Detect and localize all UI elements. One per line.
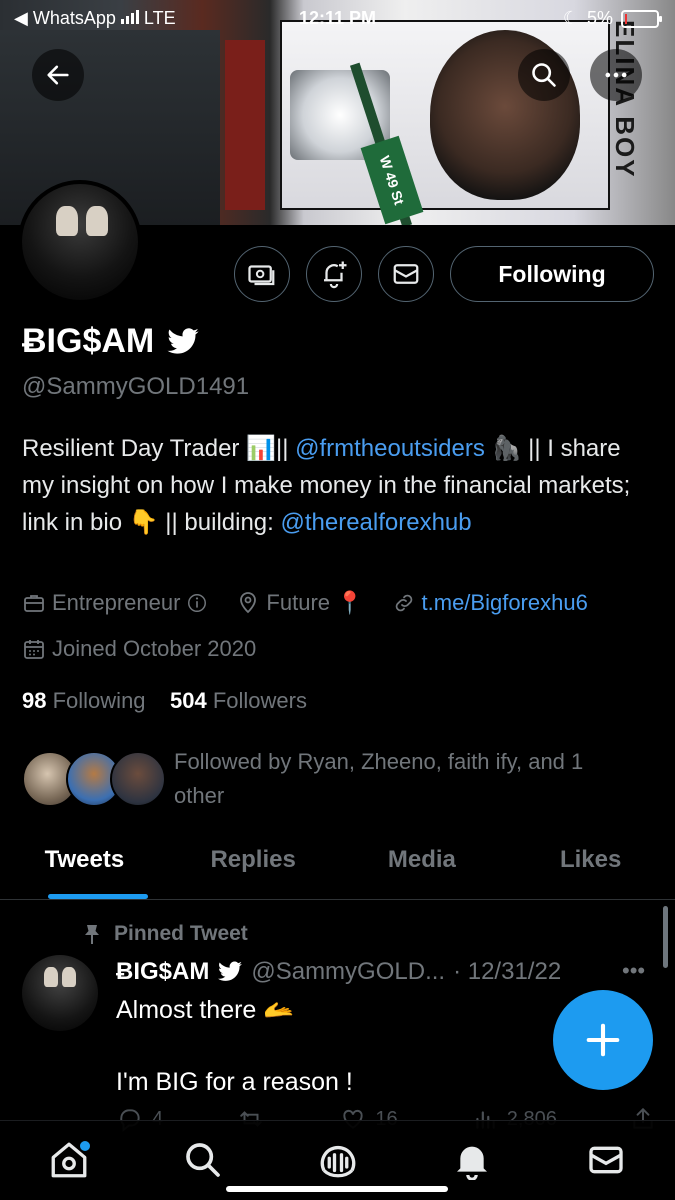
profile-tabs: Tweets Replies Media Likes [0,836,675,900]
display-name: ɃIG$AM [22,322,155,360]
tweet-author-avatar[interactable] [22,955,98,1031]
profile-joined: Joined October 2020 [22,636,256,662]
tweet-date: · 12/31/22 [453,958,562,985]
tweet-author-name[interactable]: ɃIG$AM [116,958,209,986]
followed-by-section[interactable]: Followed by Ryan, Zheeno, faith ify, and… [22,745,662,815]
pin-icon [85,925,99,944]
following-count-link[interactable]: 98 Following [22,688,146,713]
search-icon [186,1143,221,1177]
profile-joined-row: Joined October 2020 [22,636,284,662]
more-icon [605,72,627,78]
bell-icon [456,1146,487,1180]
spaces-icon [320,1145,355,1178]
money-icon [248,265,275,286]
tab-media[interactable]: Media [338,836,507,899]
plus-icon [586,1023,620,1057]
bio-mention-therealforexhub[interactable]: @therealforexhub [280,509,471,536]
bio-mention-frmtheoutsiders[interactable]: @frmtheoutsiders [295,435,485,462]
profile-handle: @SammyGOLD1491 [22,373,250,400]
more-options-button[interactable] [590,49,642,101]
tweet-author-handle: @SammyGOLD... [251,958,446,985]
mail-icon [393,264,419,284]
notification-add-icon [324,261,347,289]
tip-button[interactable] [234,246,290,302]
mail-icon [589,1146,623,1174]
nav-notifications[interactable] [447,1135,497,1185]
followers-count-link[interactable]: 504 Followers [170,688,307,713]
profile-name-row: ɃIG$AM [22,322,200,361]
website-link[interactable]: t.me/Bigforexhu6 [422,590,588,616]
message-button[interactable] [378,246,434,302]
follower-avatar [110,751,166,807]
nav-spaces[interactable] [313,1135,363,1185]
banner-pharmacy-sign [225,40,265,210]
tweet-text: Almost there 🫴 I'm BIG for a reason ! [116,996,353,1096]
moon-icon: ☾ [562,8,579,28]
calendar-icon [24,640,44,659]
tab-likes[interactable]: Likes [506,836,675,899]
profile-category: Entrepreneur [22,590,208,616]
battery-icon [621,9,662,28]
profile-bio: Resilient Day Trader 📊|| @frmtheoutsider… [22,435,631,536]
tab-tweets[interactable]: Tweets [0,836,169,899]
status-bar: ◀ WhatsApp LTE 12:11 PM ☾ 5% [0,0,675,36]
profile-avatar[interactable] [18,180,142,304]
status-right: ☾ 5% [562,8,662,29]
briefcase-icon [24,595,44,612]
profile-website[interactable]: t.me/Bigforexhu6 [392,590,588,616]
search-button[interactable] [518,49,570,101]
following-button[interactable]: Following [450,246,654,302]
search-icon [532,63,556,87]
pinned-label: Pinned Tweet [82,922,248,946]
home-indicator [226,1186,448,1192]
nav-messages[interactable] [581,1135,631,1185]
scrollbar[interactable] [663,906,668,968]
back-button[interactable] [32,49,84,101]
location-icon [240,592,257,614]
active-tab-indicator [48,894,148,899]
link-icon [395,594,412,612]
back-arrow-icon [47,65,69,85]
followed-by-text: Followed by Ryan, Zheeno, faith ify, and… [174,749,584,808]
tweet-header: ɃIG$AM @SammyGOLD... · 12/31/22 [116,958,561,986]
home-notification-dot [80,1141,90,1151]
follow-counts: 98 Following 504 Followers [22,688,307,714]
battery-percent: 5% [586,8,613,28]
tweet-more-button[interactable]: ••• [622,958,645,984]
profile-location: Future 📍 [236,590,364,616]
notifications-toggle-button[interactable] [306,246,362,302]
compose-tweet-button[interactable] [553,990,653,1090]
verified-bird-icon [167,327,199,354]
verified-bird-icon [218,961,243,981]
info-icon[interactable] [186,592,208,614]
profile-meta-row: Entrepreneur Future 📍 t.me/Bigforexhu6 [22,590,616,616]
tab-replies[interactable]: Replies [169,836,338,899]
nav-home[interactable] [44,1135,94,1185]
nav-search[interactable] [178,1135,228,1185]
